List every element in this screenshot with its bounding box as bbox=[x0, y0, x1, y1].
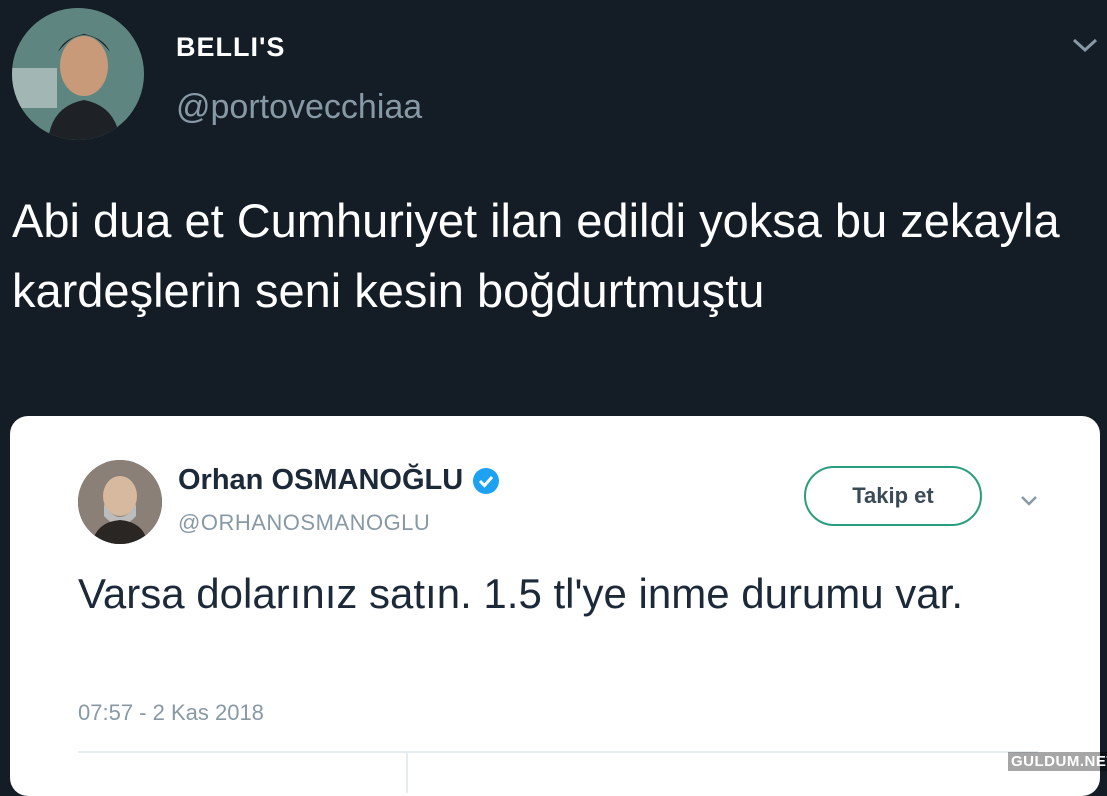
embedded-user-handle[interactable]: @ORHANOSMANOGLU bbox=[178, 510, 430, 536]
divider bbox=[406, 753, 408, 793]
verified-badge-icon bbox=[473, 467, 500, 494]
chevron-down-icon[interactable] bbox=[1014, 486, 1044, 516]
embedded-avatar[interactable] bbox=[78, 460, 162, 544]
user-handle[interactable]: @portovecchiaa bbox=[176, 88, 422, 127]
display-name[interactable]: BELLI'S bbox=[176, 32, 285, 63]
follow-button[interactable]: Takip et bbox=[804, 466, 982, 526]
chevron-down-icon[interactable] bbox=[1068, 28, 1102, 62]
watermark: GULDUM.NET bbox=[1008, 752, 1107, 771]
divider bbox=[78, 751, 1038, 753]
embedded-tweet-card[interactable]: Orhan OSMANOĞLU @ORHANOSMANOGLU Takip et… bbox=[10, 416, 1100, 796]
embedded-timestamp[interactable]: 07:57 - 2 Kas 2018 bbox=[78, 700, 264, 726]
embedded-tweet-text: Varsa dolarınız satın. 1.5 tl'ye inme du… bbox=[78, 570, 963, 617]
outer-tweet: BELLI'S @portovecchiaa Abi dua et Cumhur… bbox=[0, 0, 1107, 796]
avatar[interactable] bbox=[12, 8, 144, 140]
embedded-display-name[interactable]: Orhan OSMANOĞLU bbox=[178, 464, 501, 497]
embedded-display-name-text[interactable]: Orhan OSMANOĞLU bbox=[178, 464, 463, 497]
tweet-text: Abi dua et Cumhuriyet ilan edildi yoksa … bbox=[12, 194, 1060, 317]
